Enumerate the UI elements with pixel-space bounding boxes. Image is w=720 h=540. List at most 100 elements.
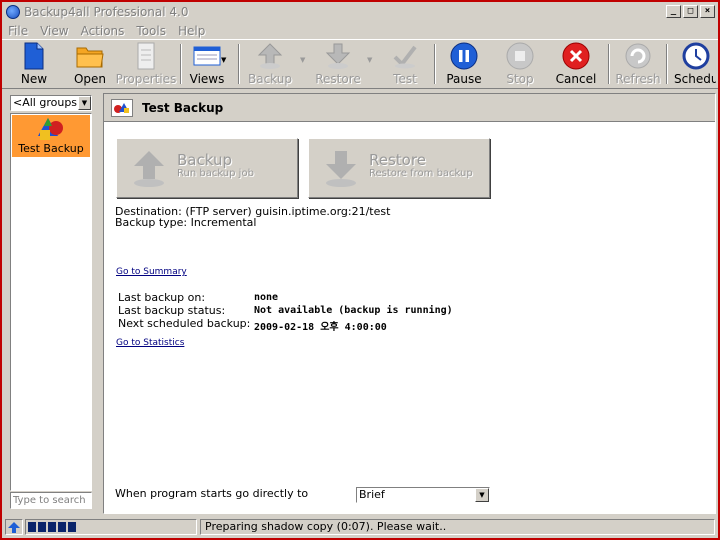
new-document-icon — [20, 42, 48, 70]
status-message: Preparing shadow copy (0:07). Please wai… — [200, 519, 715, 535]
window-title: Backup4all Professional 4.0 — [24, 4, 189, 19]
test-button[interactable]: Test — [387, 42, 423, 86]
properties-icon — [132, 42, 160, 70]
group-filter-select[interactable]: <All groups> ▼ — [10, 95, 92, 111]
toolbar-separator — [434, 44, 436, 84]
chevron-down-icon[interactable]: ▼ — [78, 96, 91, 110]
restore-download-icon — [324, 42, 352, 70]
page-title: Test Backup — [142, 100, 224, 115]
progress-block — [38, 522, 46, 532]
run-backup-subtitle: Run backup job — [177, 168, 254, 179]
backup-dropdown-arrow-icon[interactable]: ▼ — [300, 56, 305, 64]
run-backup-button[interactable]: Backup Run backup job — [116, 138, 298, 198]
menu-tools[interactable]: Tools — [136, 24, 166, 38]
refresh-icon — [624, 42, 652, 70]
next-scheduled-value: 2009-02-18 오후 4:00:00 — [254, 322, 387, 333]
restore-download-icon — [326, 151, 356, 187]
status-up-arrow-icon[interactable] — [5, 519, 23, 535]
test-check-icon — [391, 42, 419, 70]
close-button[interactable]: × — [700, 5, 715, 18]
backup-type-text: Backup type: Incremental — [115, 216, 257, 229]
minimize-button[interactable]: _ — [666, 5, 681, 18]
backup-label: Backup — [248, 72, 292, 86]
new-label: New — [20, 72, 48, 86]
views-label: Views — [189, 72, 225, 86]
scheduler-button[interactable]: Schedu — [672, 42, 716, 86]
job-search-input[interactable]: Type to search — [10, 492, 92, 509]
backup-button[interactable]: Backup — [248, 42, 292, 86]
menu-view[interactable]: View — [40, 24, 68, 38]
toolbar-separator — [238, 44, 240, 84]
pause-icon — [450, 42, 478, 70]
go-to-summary-link[interactable]: Go to Summary — [116, 267, 187, 277]
pause-button[interactable]: Pause — [446, 42, 482, 86]
views-icon — [193, 42, 221, 70]
last-backup-value: none — [254, 292, 279, 303]
maximize-button[interactable]: □ — [683, 5, 698, 18]
restore-dropdown-arrow-icon[interactable]: ▼ — [367, 56, 372, 64]
progress-fill — [28, 522, 194, 532]
progress-bar — [25, 519, 197, 535]
job-shapes-icon — [38, 118, 63, 140]
new-button[interactable]: New — [16, 42, 52, 86]
progress-block — [68, 522, 76, 532]
app-window: Backup4all Professional 4.0 _ □ × File V… — [2, 2, 718, 538]
clock-icon — [682, 42, 710, 70]
stop-icon — [506, 42, 534, 70]
startup-view-select[interactable]: Brief ▼ — [356, 487, 490, 503]
backup-upload-icon — [134, 151, 164, 187]
run-backup-title: Backup — [177, 151, 232, 169]
menu-bar: File View Actions Tools Help — [2, 22, 718, 39]
refresh-label: Refresh — [615, 72, 661, 86]
last-status-label: Last backup status: — [118, 304, 226, 317]
job-header-icon — [111, 98, 133, 117]
restore-button[interactable]: Restore — [315, 42, 361, 86]
cancel-icon — [562, 42, 590, 70]
chevron-down-icon[interactable]: ▼ — [475, 488, 489, 502]
restore-label: Restore — [315, 72, 361, 86]
window-controls: _ □ × — [666, 5, 715, 18]
toolbar: New Open Properties Views ▼ Backup ▼ Res… — [2, 39, 718, 89]
backup-upload-icon — [256, 42, 284, 70]
open-label: Open — [73, 72, 107, 86]
startup-view-value: Brief — [359, 488, 385, 501]
restore-from-backup-button[interactable]: Restore Restore from backup — [308, 138, 490, 198]
progress-block — [48, 522, 56, 532]
restore-subtitle: Restore from backup — [369, 168, 473, 179]
group-filter-value: <All groups> — [13, 96, 87, 109]
status-bar: Preparing shadow copy (0:07). Please wai… — [2, 516, 718, 538]
scheduler-label: Schedu — [674, 72, 716, 86]
app-icon[interactable] — [6, 4, 20, 19]
next-scheduled-label: Next scheduled backup: — [118, 317, 251, 330]
properties-button[interactable]: Properties — [115, 42, 177, 86]
menu-help[interactable]: Help — [178, 24, 205, 38]
job-list: Test Backup — [10, 113, 92, 491]
last-backup-label: Last backup on: — [118, 291, 206, 304]
pause-label: Pause — [446, 72, 482, 86]
menu-file[interactable]: File — [8, 24, 28, 38]
progress-block — [58, 522, 66, 532]
restore-title: Restore — [369, 151, 426, 169]
open-button[interactable]: Open — [72, 42, 108, 86]
job-item-test-backup[interactable]: Test Backup — [12, 115, 90, 157]
job-label: Test Backup — [18, 142, 84, 155]
views-button[interactable]: Views — [188, 42, 226, 86]
test-label: Test — [393, 72, 417, 86]
go-to-statistics-link[interactable]: Go to Statistics — [116, 338, 184, 348]
startup-label: When program starts go directly to — [115, 487, 309, 500]
cancel-button[interactable]: Cancel — [556, 42, 596, 86]
job-sidebar: <All groups> ▼ Test Backup Type to searc… — [8, 93, 96, 513]
views-dropdown-arrow-icon[interactable]: ▼ — [221, 56, 226, 64]
properties-label: Properties — [115, 72, 177, 86]
job-details-panel: Test Backup Backup Run backup job Restor… — [103, 93, 716, 514]
stop-button[interactable]: Stop — [504, 42, 536, 86]
panel-header: Test Backup — [104, 94, 715, 122]
last-status-value: Not available (backup is running) — [254, 305, 453, 316]
folder-icon — [76, 42, 104, 70]
menu-actions[interactable]: Actions — [81, 24, 125, 38]
stop-label: Stop — [506, 72, 534, 86]
refresh-button[interactable]: Refresh — [615, 42, 661, 86]
progress-block — [28, 522, 36, 532]
toolbar-separator — [180, 44, 182, 84]
title-bar: Backup4all Professional 4.0 _ □ × — [2, 2, 718, 21]
